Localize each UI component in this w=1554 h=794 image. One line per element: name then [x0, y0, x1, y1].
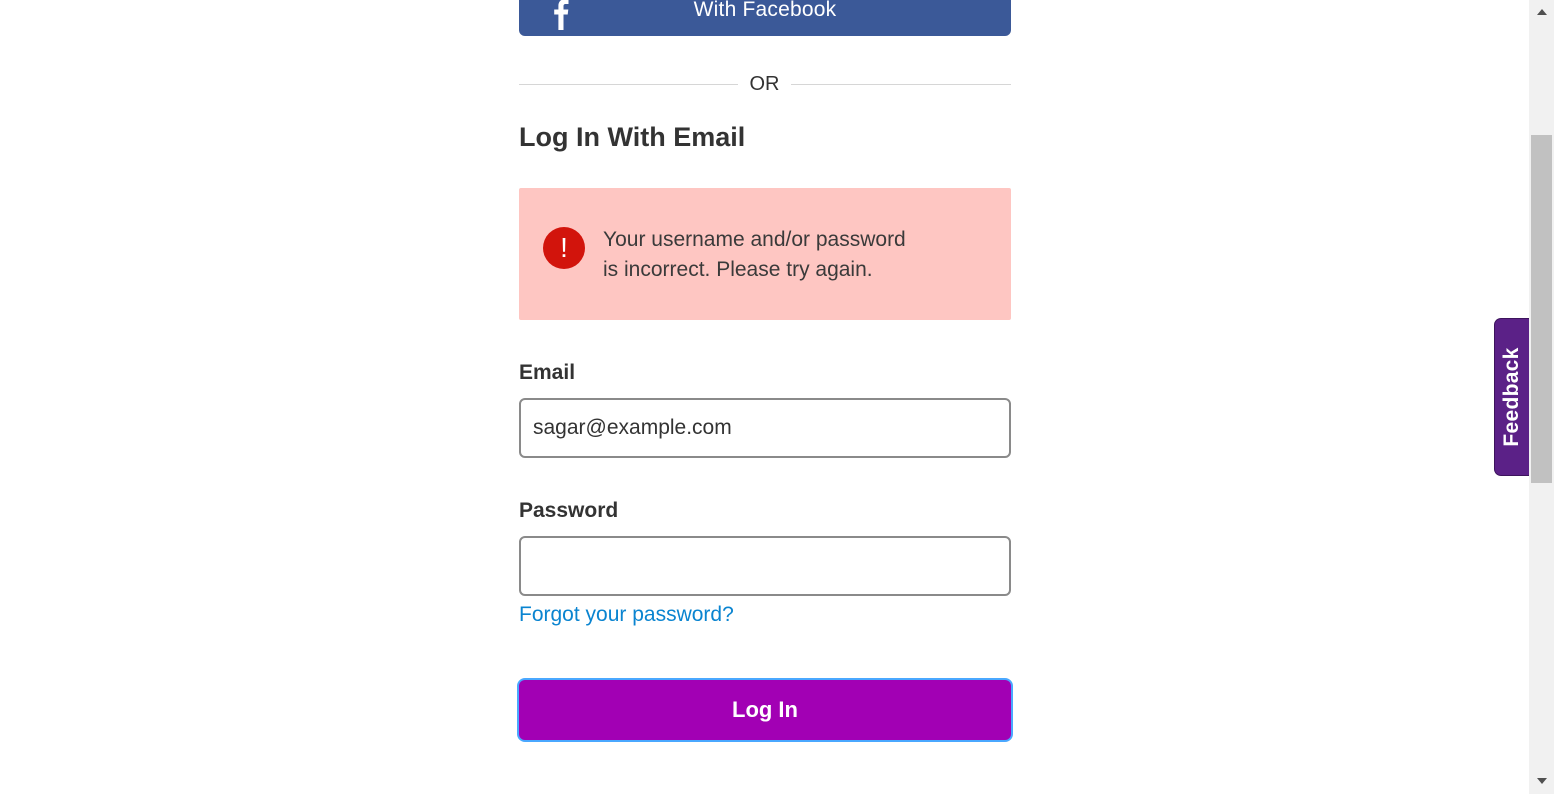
or-label: OR — [749, 73, 780, 95]
scrollbar-thumb[interactable] — [1531, 135, 1552, 483]
feedback-label: Feedback — [1500, 347, 1523, 447]
vertical-scrollbar[interactable] — [1529, 0, 1554, 794]
error-message-line-2: is incorrect. Please try again. — [603, 258, 873, 281]
exclamation-icon: ! — [543, 227, 585, 269]
or-divider: OR — [519, 72, 1011, 98]
scroll-down-arrow-icon[interactable] — [1529, 770, 1554, 794]
error-message: Your username and/or password is incorre… — [603, 225, 943, 285]
divider-line-right — [791, 84, 1011, 85]
forgot-password-link[interactable]: Forgot your password? — [519, 603, 734, 627]
facebook-login-label: With Facebook — [693, 0, 837, 21]
password-field[interactable] — [519, 536, 1011, 596]
feedback-tab[interactable]: Feedback — [1495, 319, 1529, 475]
divider-line-left — [519, 84, 738, 85]
login-page: With Facebook OR Log In With Email ! You… — [0, 0, 1554, 794]
log-in-button[interactable]: Log In — [519, 680, 1011, 740]
error-alert: ! Your username and/or password is incor… — [519, 188, 1011, 320]
facebook-login-button[interactable]: With Facebook — [519, 0, 1011, 36]
password-label: Password — [519, 499, 619, 522]
scroll-up-arrow-icon[interactable] — [1529, 0, 1554, 24]
email-label: Email — [519, 361, 576, 384]
login-with-email-title: Log In With Email — [519, 122, 746, 152]
error-message-line-1: Your username and/or password — [603, 228, 906, 251]
email-field[interactable] — [519, 398, 1011, 458]
